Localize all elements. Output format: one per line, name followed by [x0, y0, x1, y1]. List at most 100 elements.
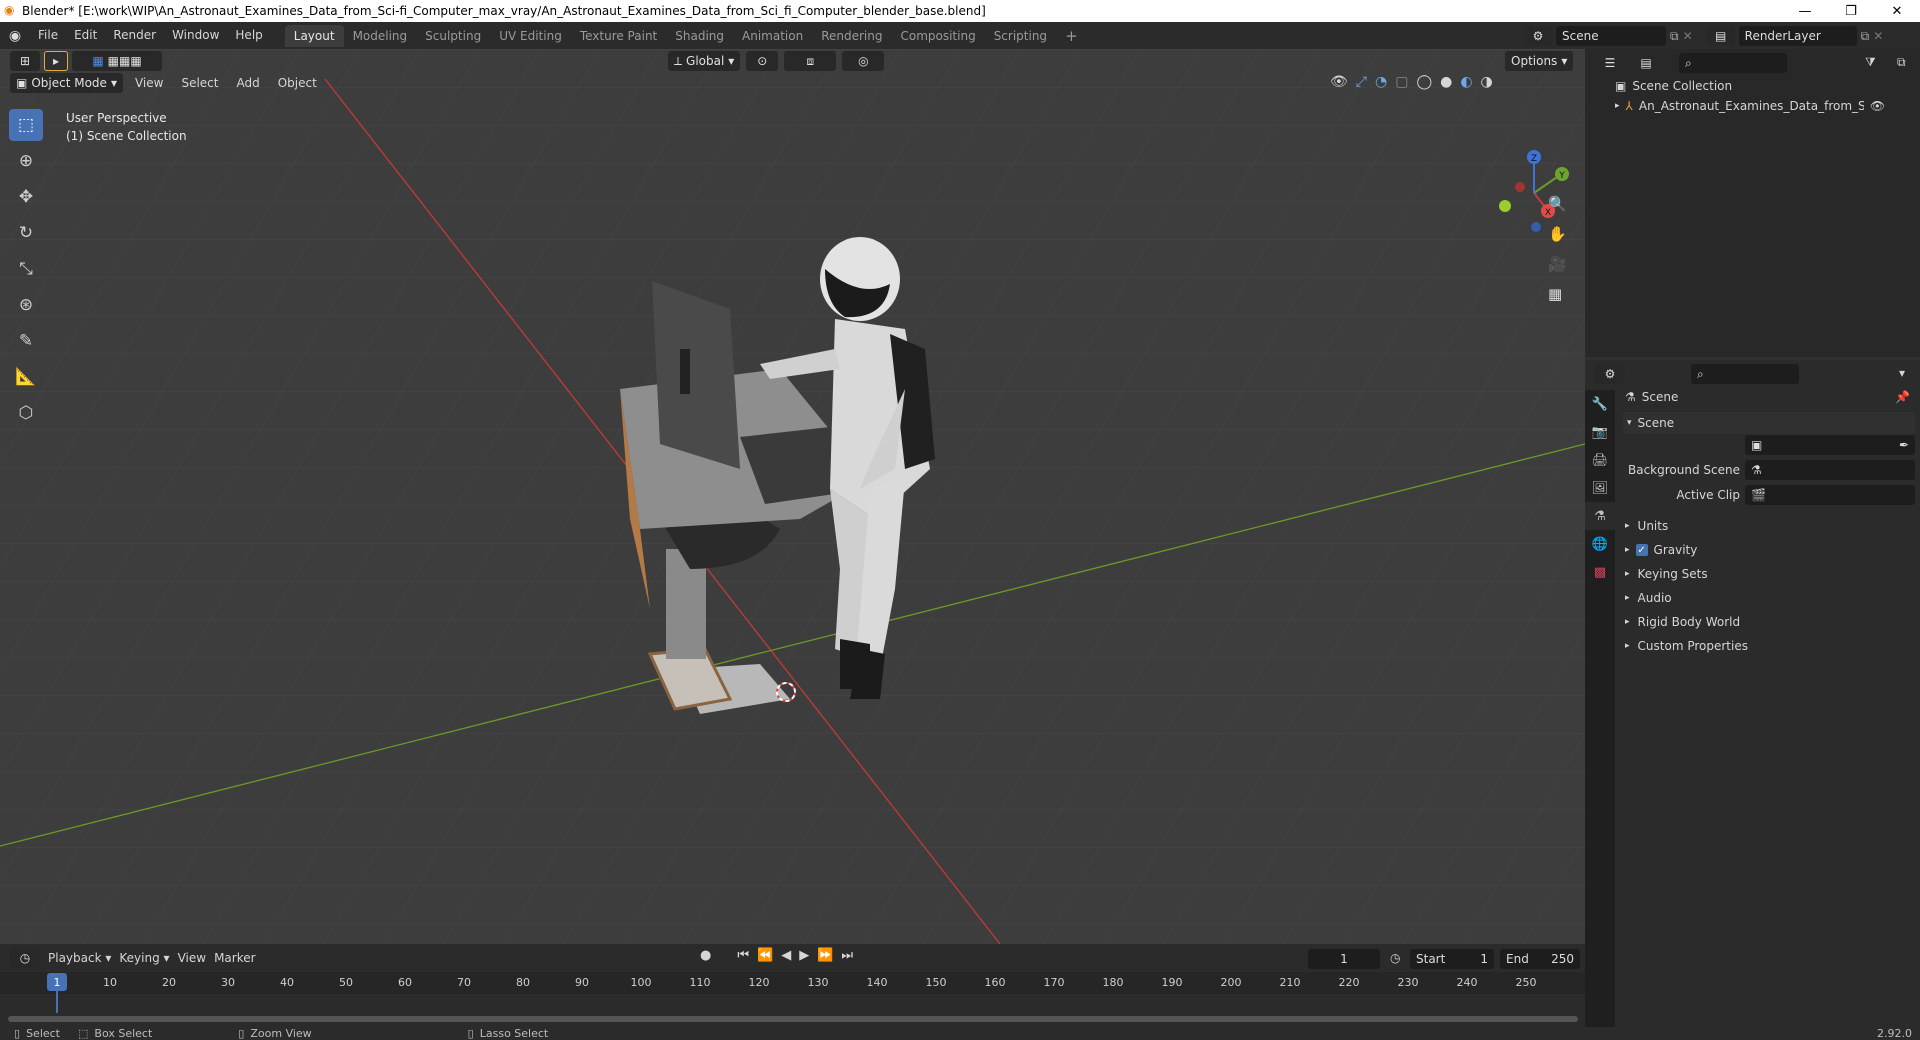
custom-properties-panel-header[interactable]: ▸ Custom Properties	[1625, 635, 1748, 657]
gizmo-toggle-icon[interactable]: ⤢	[1356, 74, 1367, 90]
delete-scene-icon[interactable]: ✕	[1683, 29, 1693, 43]
proportional-editing-icon[interactable]: ◎	[842, 51, 885, 71]
snapping-icon[interactable]: ⧈	[784, 51, 837, 71]
visibility-eye-icon[interactable]: 👁	[1330, 74, 1348, 90]
tab-scripting[interactable]: Scripting	[985, 25, 1056, 47]
xray-toggle-icon[interactable]: ▢	[1395, 74, 1408, 90]
tab-layout[interactable]: Layout	[284, 24, 344, 47]
current-frame-field[interactable]: 1	[1308, 949, 1380, 969]
keying-menu[interactable]: Keying ▾	[119, 951, 169, 965]
start-frame-field[interactable]: Start 1	[1410, 949, 1494, 969]
marker-menu[interactable]: Marker	[214, 951, 255, 965]
minimize-button[interactable]: —	[1782, 0, 1828, 22]
menu-edit[interactable]: Edit	[66, 22, 105, 49]
pivot-point-icon[interactable]: ⊙	[746, 51, 779, 71]
tool-tab-icon[interactable]: 🔧	[1585, 390, 1615, 418]
close-button[interactable]: ✕	[1874, 0, 1920, 22]
playback-menu[interactable]: Playback ▾	[48, 951, 111, 965]
jump-start-icon[interactable]: ⏮	[737, 948, 749, 963]
delete-renderlayer-icon[interactable]: ✕	[1873, 29, 1883, 43]
timeline-scrollbar[interactable]	[8, 1016, 1578, 1022]
previous-keyframe-icon[interactable]: ⏪	[757, 948, 773, 963]
menu-help[interactable]: Help	[227, 22, 270, 49]
world-tab-icon[interactable]: 🌐	[1585, 530, 1615, 558]
audio-panel-header[interactable]: ▸ Audio	[1625, 587, 1672, 609]
keying-sets-panel-header[interactable]: ▸ Keying Sets	[1625, 563, 1708, 585]
camera-view-icon[interactable]: 🎥	[1548, 255, 1567, 273]
new-renderlayer-icon[interactable]: ⧉	[1861, 29, 1870, 44]
select-box-tool-icon[interactable]: ⬚	[9, 109, 43, 141]
rigid-body-world-panel-header[interactable]: ▸ Rigid Body World	[1625, 611, 1740, 633]
selection-mode-buttons[interactable]: ▦ ▦▦▦	[72, 51, 162, 71]
timeline-editor-type-icon[interactable]: ◷	[10, 948, 40, 968]
timeline-view-menu[interactable]: View	[178, 951, 206, 965]
outliner-search-input[interactable]: ⌕	[1679, 53, 1787, 73]
new-collection-icon[interactable]: ⧉	[1897, 55, 1906, 70]
menu-view[interactable]: View	[129, 76, 169, 90]
chevron-down-icon[interactable]: ▾	[1899, 366, 1905, 380]
menu-window[interactable]: Window	[164, 22, 227, 49]
render-tab-icon[interactable]: 📷	[1585, 418, 1615, 446]
camera-field[interactable]: ▣ ✒	[1745, 435, 1915, 455]
texture-tab-icon[interactable]: ▩	[1585, 558, 1615, 586]
menu-select[interactable]: Select	[175, 76, 224, 90]
tab-uv-editing[interactable]: UV Editing	[490, 25, 571, 47]
renderlayer-selector-icon[interactable]: ▤	[1706, 26, 1735, 46]
outliner-scene-collection[interactable]: Scene Collection	[1632, 79, 1732, 93]
perspective-grid-icon[interactable]: ▦	[1548, 285, 1567, 303]
tab-sculpting[interactable]: Sculpting	[416, 25, 490, 47]
gravity-checkbox[interactable]: ✓	[1635, 544, 1648, 556]
transform-orientation-dropdown[interactable]: ⟂ Global ▾	[668, 51, 741, 71]
filter-icon[interactable]: ⧩	[1865, 55, 1876, 70]
properties-editor-type-icon[interactable]: ⚙	[1595, 364, 1625, 384]
scene-field[interactable]: Scene	[1556, 26, 1666, 46]
scene-selector-icon[interactable]: ⚙	[1524, 26, 1552, 46]
blender-menu-icon[interactable]: ◉	[0, 28, 30, 44]
material-shading-icon[interactable]: ◐	[1460, 74, 1472, 90]
select-mode-icon[interactable]: ▸	[44, 51, 68, 71]
maximize-button[interactable]: ❐	[1828, 0, 1874, 22]
outliner-editor-type-icon[interactable]: ☰	[1595, 53, 1625, 73]
menu-render[interactable]: Render	[105, 22, 164, 49]
active-clip-field[interactable]: 🎬	[1745, 485, 1915, 505]
outliner-item[interactable]: An_Astronaut_Examines_Data_from_Sci_fi_C	[1639, 99, 1864, 113]
gravity-panel-header[interactable]: ▸ ✓ Gravity	[1625, 539, 1697, 561]
menu-object[interactable]: Object	[272, 76, 323, 90]
scene-panel-header[interactable]: Scene	[1638, 416, 1675, 430]
properties-search-input[interactable]: ⌕	[1691, 364, 1799, 384]
editor-type-button[interactable]: ⊞	[10, 51, 40, 71]
cursor-tool-icon[interactable]: ⊕	[9, 145, 43, 177]
display-mode-icon[interactable]: ▤	[1631, 53, 1661, 73]
overlays-toggle-icon[interactable]: ◔	[1375, 74, 1387, 90]
pan-hand-icon[interactable]: ✋	[1548, 225, 1567, 243]
move-tool-icon[interactable]: ✥	[9, 181, 43, 213]
scale-tool-icon[interactable]: ⤡	[9, 253, 43, 285]
panel-collapse-arrow-icon[interactable]: ▾	[1627, 418, 1632, 428]
jump-end-icon[interactable]: ⏭	[841, 948, 853, 963]
rendered-shading-icon[interactable]: ◑	[1481, 74, 1493, 90]
eyedropper-icon[interactable]: ✒	[1899, 438, 1909, 452]
solid-shading-icon[interactable]: ●	[1440, 74, 1452, 90]
background-scene-field[interactable]: ⚗	[1745, 460, 1915, 480]
mode-dropdown[interactable]: ▣ Object Mode ▾	[10, 73, 123, 93]
expand-arrow-icon[interactable]: ▸	[1615, 101, 1620, 111]
visibility-eye-icon[interactable]: 👁	[1870, 99, 1885, 113]
tab-texture-paint[interactable]: Texture Paint	[571, 25, 666, 47]
3d-viewport[interactable]: X Y Z ⊞ ▸ ▦ ▦▦▦ ⟂ Global ▾ ⊙ ⧈ ◎ Options ▾ ▣…	[0, 49, 1585, 944]
add-workspace-button[interactable]: +	[1056, 25, 1087, 47]
tab-animation[interactable]: Animation	[733, 25, 812, 47]
options-dropdown[interactable]: Options ▾	[1505, 51, 1574, 71]
measure-tool-icon[interactable]: 📐	[9, 361, 43, 393]
pin-icon[interactable]: 📌	[1895, 390, 1910, 404]
add-cube-tool-icon[interactable]: ⬡	[9, 397, 43, 429]
tab-compositing[interactable]: Compositing	[891, 25, 984, 47]
zoom-icon[interactable]: 🔍	[1548, 195, 1567, 213]
tab-rendering[interactable]: Rendering	[812, 25, 891, 47]
renderlayer-field[interactable]: RenderLayer	[1738, 26, 1857, 46]
play-reverse-icon[interactable]: ◀	[781, 948, 791, 963]
tab-shading[interactable]: Shading	[666, 25, 733, 47]
annotate-tool-icon[interactable]: ✎	[9, 325, 43, 357]
units-panel-header[interactable]: ▸ Units	[1625, 515, 1668, 537]
end-frame-field[interactable]: End 250	[1500, 949, 1580, 969]
next-keyframe-icon[interactable]: ⏩	[817, 948, 833, 963]
